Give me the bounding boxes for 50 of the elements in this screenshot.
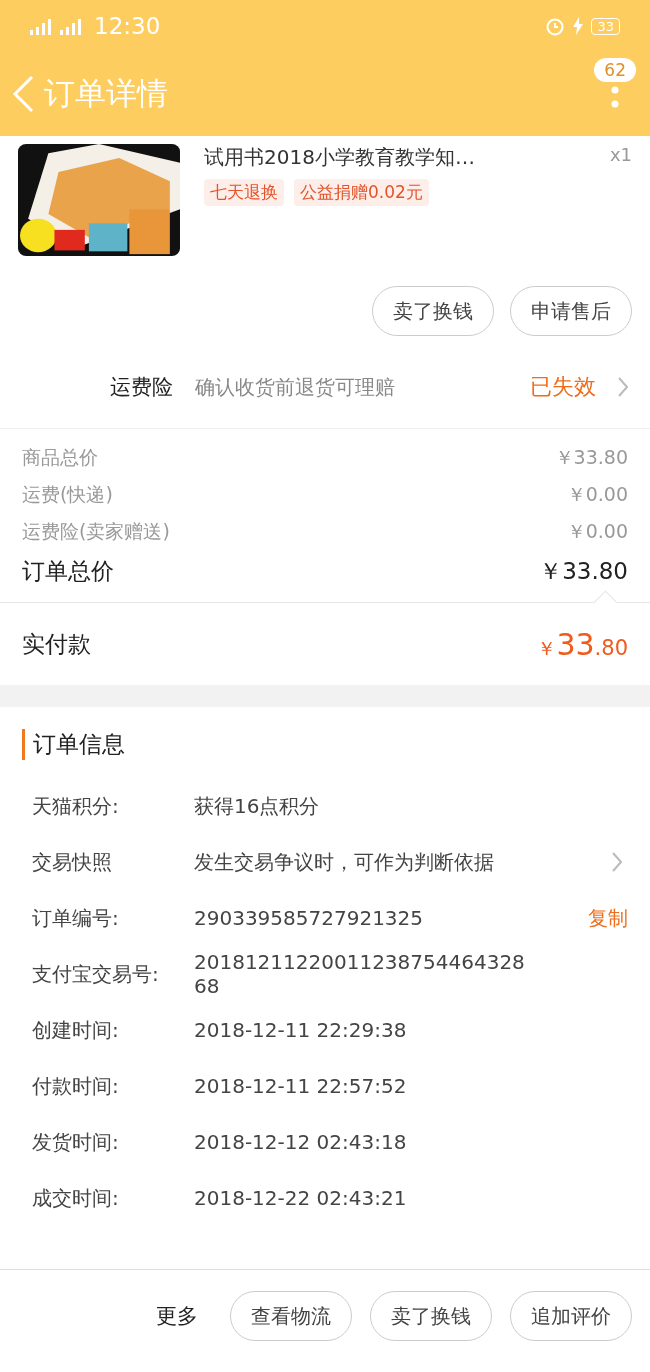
info-value: 290339585727921325 <box>194 906 425 930</box>
section-title: 订单信息 <box>22 729 628 760</box>
info-value: 发生交易争议时，可作为判断依据 <box>194 850 495 874</box>
insurance-label: 运费险 <box>110 374 173 401</box>
action-button[interactable]: 卖了换钱 <box>370 1291 492 1341</box>
price-value: ￥33.80 <box>554 444 628 470</box>
more-link[interactable]: 更多 <box>156 1302 198 1330</box>
charging-icon <box>573 17 584 35</box>
back-icon[interactable] <box>12 75 34 113</box>
paid-decimal: .80 <box>594 635 628 660</box>
quantity: x1 <box>609 144 632 167</box>
action-button[interactable]: 卖了换钱 <box>372 286 494 336</box>
action-button[interactable]: 申请售后 <box>510 286 632 336</box>
info-value: 2018-12-12 02:43:18 <box>194 1130 408 1154</box>
info-label: 天猫积分: <box>32 792 120 820</box>
service-tag: 七天退换 <box>204 179 284 206</box>
info-value: 2018-12-11 22:57:52 <box>194 1074 408 1098</box>
info-label: 订单编号: <box>32 904 120 932</box>
status-time: 12:30 <box>94 13 161 39</box>
service-tag: 公益捐赠0.02元 <box>294 179 429 206</box>
price-label: 运费(快递) <box>22 481 113 507</box>
chevron-icon[interactable] <box>618 377 628 397</box>
info-label: 创建时间: <box>32 1016 120 1044</box>
insurance-description: 确认收货前退货可理赔 <box>195 374 395 400</box>
info-label: 成交时间: <box>32 1184 120 1212</box>
alarm-icon <box>545 16 566 36</box>
info-value: 获得16点积分 <box>194 794 321 818</box>
info-value: 2018-12-11 22:29:38 <box>194 1018 408 1042</box>
price-label: 商品总价 <box>22 444 98 470</box>
product-title[interactable]: 试用书2018小学教育教学知… <box>204 144 475 171</box>
paid-label: 实付款 <box>22 629 91 659</box>
price-value: ￥0.00 <box>566 481 628 507</box>
info-label: 支付宝交易号: <box>32 960 160 988</box>
price-label: 运费险(卖家赠送) <box>22 518 170 544</box>
info-value: 2018-12-22 02:43:21 <box>194 1186 408 1210</box>
info-label: 交易快照 <box>32 848 113 876</box>
price-value: ￥0.00 <box>566 518 628 544</box>
chevron-icon[interactable] <box>612 852 622 872</box>
info-label: 发货时间: <box>32 1128 120 1156</box>
message-count-badge: 62 <box>594 58 636 82</box>
price-value: ￥33.80 <box>539 556 628 586</box>
info-label: 付款时间: <box>32 1072 120 1100</box>
battery-level: 33 <box>591 17 620 35</box>
price-label: 订单总价 <box>22 556 114 586</box>
currency-sign: ￥ <box>537 635 557 661</box>
action-button[interactable]: 追加评价 <box>510 1291 632 1341</box>
action-button[interactable]: 查看物流 <box>230 1291 352 1341</box>
page-title: 订单详情 <box>44 74 168 113</box>
info-value: 2018121122001123875446432868 <box>194 950 526 998</box>
paid-amount: 33 <box>556 626 595 662</box>
